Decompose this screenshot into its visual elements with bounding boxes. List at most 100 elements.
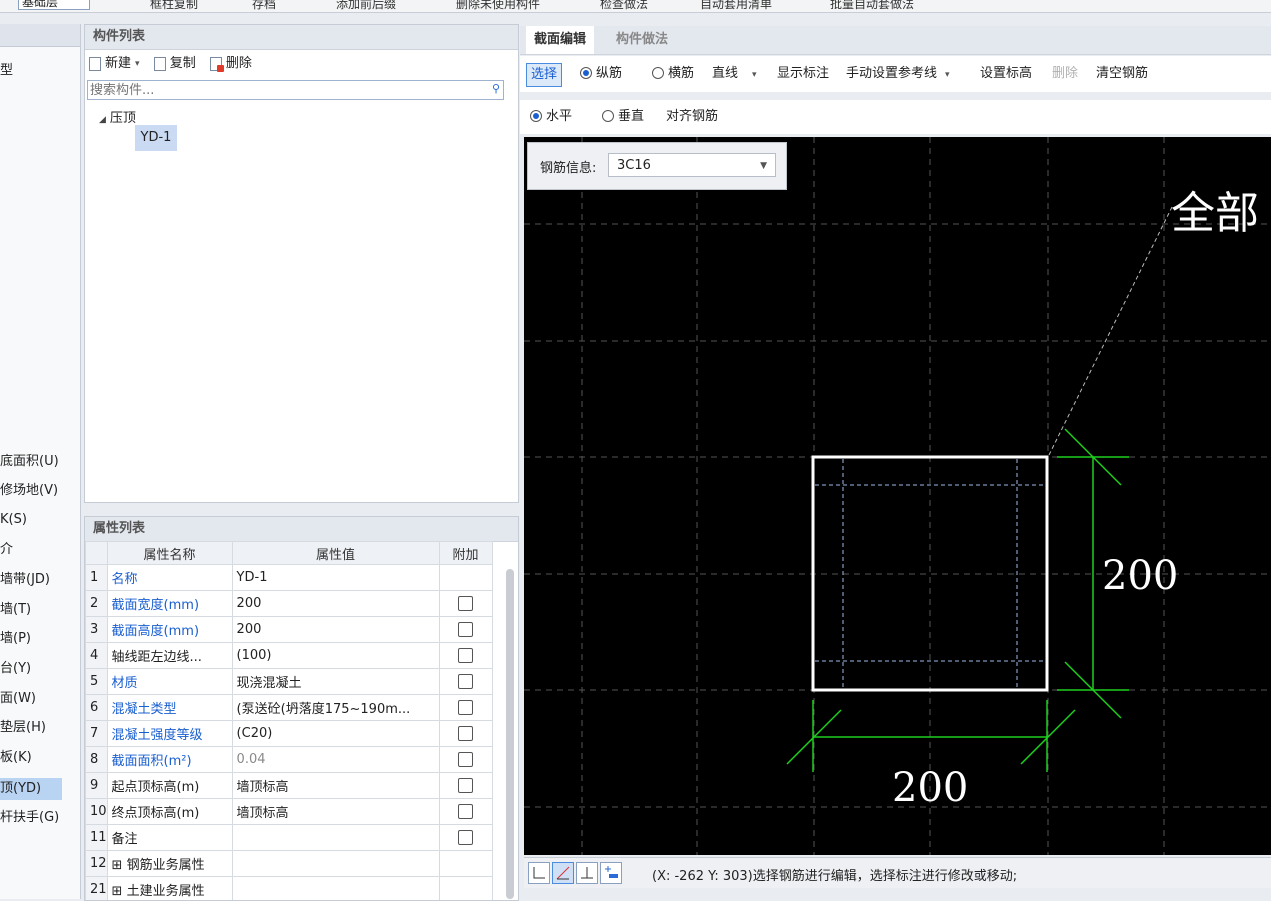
property-row[interactable]: 11备注 — [86, 825, 493, 851]
longitudinal-radio[interactable]: 纵筋 — [580, 63, 622, 85]
property-row[interactable]: 3截面高度(mm)200 — [86, 617, 493, 643]
section-drawing-canvas[interactable]: 200 200 全部 — [524, 137, 1271, 855]
extra-checkbox[interactable] — [458, 804, 473, 819]
nav-item[interactable]: K(S) — [0, 509, 62, 531]
show-label-button[interactable]: 显示标注 — [777, 63, 829, 85]
nav-item[interactable]: 底面积(U) — [0, 451, 62, 473]
property-row[interactable]: 21⊞ 土建业务属性 — [86, 877, 493, 901]
property-row[interactable]: 7混凝土强度等级(C20) — [86, 721, 493, 747]
toolbar-batch-button[interactable]: 批量自动套做法 — [830, 0, 914, 12]
toolbar-check-button[interactable]: 检查做法 — [600, 0, 648, 12]
dimension-width[interactable] — [787, 700, 1075, 772]
line-type-dropdown[interactable]: 直线▾ — [712, 63, 757, 85]
property-value[interactable]: (C20) — [232, 721, 439, 747]
nav-item[interactable]: 介 — [0, 539, 62, 561]
property-value[interactable] — [232, 877, 439, 901]
extra-checkbox[interactable] — [458, 622, 473, 637]
property-row[interactable]: 10终点顶标高(m)墙顶标高 — [86, 799, 493, 825]
perpendicular-snap-icon[interactable] — [576, 862, 598, 884]
nav-item[interactable]: 修场地(V) — [0, 480, 62, 502]
chevron-down-icon[interactable]: ▾ — [135, 50, 140, 78]
property-value[interactable] — [232, 825, 439, 851]
property-row[interactable]: 9起点顶标高(m)墙顶标高 — [86, 773, 493, 799]
tree-node-yading[interactable]: ◢压顶 — [99, 107, 136, 126]
component-search-input[interactable] — [88, 81, 503, 99]
property-row[interactable]: 4轴线距左边线...(100) — [86, 643, 493, 669]
property-row[interactable]: 5材质现浇混凝土 — [86, 669, 493, 695]
property-row[interactable]: 1名称YD-1 — [86, 565, 493, 591]
dynamic-input-icon[interactable] — [600, 862, 622, 884]
new-component-button[interactable]: 新建 ▾ — [89, 50, 140, 78]
property-scrollbar[interactable] — [506, 569, 514, 899]
nav-item[interactable]: 垫层(H) — [0, 717, 62, 739]
search-icon[interactable]: ⚲ — [492, 82, 500, 95]
nav-item[interactable]: 墙(T) — [0, 599, 62, 621]
property-value[interactable]: 墙顶标高 — [232, 799, 439, 825]
floor-select[interactable]: 基础层 — [18, 0, 90, 10]
row-number: 11 — [86, 825, 108, 851]
copy-component-button[interactable]: 复制 — [154, 50, 196, 78]
width-dimension-text[interactable]: 200 — [892, 765, 968, 811]
extra-checkbox[interactable] — [458, 830, 473, 845]
tree-leaf-yd1[interactable]: YD-1 — [135, 125, 177, 151]
property-value[interactable]: 200 — [232, 617, 439, 643]
extra-checkbox[interactable] — [458, 700, 473, 715]
section-toolbar-1: 选择 纵筋 横筋 直线▾ 显示标注 手动设置参考线▾ 设置标高 删除 清空钢筋 — [520, 56, 1271, 92]
property-row[interactable]: 6混凝土类型(泵送砼(坍落度175~190m... — [86, 695, 493, 721]
property-row[interactable]: 2截面宽度(mm)200 — [86, 591, 493, 617]
tab-section-edit[interactable]: 截面编辑 — [526, 26, 594, 54]
transverse-label: 横筋 — [668, 66, 694, 81]
horizontal-radio[interactable]: 水平 — [530, 106, 572, 128]
property-value[interactable]: 现浇混凝土 — [232, 669, 439, 695]
nav-item[interactable]: 顶(YD) — [0, 778, 62, 800]
property-value[interactable]: (100) — [232, 643, 439, 669]
tab-component-method[interactable]: 构件做法 — [608, 26, 676, 54]
toolbar-copy-button[interactable]: 框柱复制 — [150, 0, 198, 12]
tree-expand-icon[interactable]: ◢ — [99, 115, 106, 125]
transverse-radio[interactable]: 横筋 — [652, 63, 694, 85]
property-name: 截面面积(m²) — [107, 747, 232, 773]
delete-component-button[interactable]: 删除 — [210, 50, 252, 78]
toolbar-auto-list-button[interactable]: 自动套用清单 — [700, 0, 772, 12]
nav-item[interactable]: 墙(P) — [0, 628, 62, 650]
section-drawing: 200 200 全部 — [524, 137, 1271, 855]
orthogonal-mode-icon[interactable] — [528, 862, 550, 884]
delete-rebar-button[interactable]: 删除 — [1052, 63, 1078, 85]
extra-checkbox[interactable] — [458, 726, 473, 741]
height-dimension-text[interactable]: 200 — [1102, 553, 1178, 599]
property-row[interactable]: 8截面面积(m²)0.04 — [86, 747, 493, 773]
nav-item[interactable]: 墙带(JD) — [0, 569, 62, 591]
nav-item[interactable]: 台(Y) — [0, 658, 62, 680]
delete-label: 删除 — [226, 50, 252, 78]
property-value[interactable]: (泵送砼(坍落度175~190m... — [232, 695, 439, 721]
rebar-info-select[interactable]: 3C16 ▼ — [608, 153, 776, 177]
chevron-down-icon[interactable]: ▼ — [760, 154, 767, 178]
rebar-annotation-text[interactable]: 全部 — [1171, 188, 1259, 239]
set-elevation-button[interactable]: 设置标高 — [980, 63, 1032, 85]
toolbar-save-button[interactable]: 存档 — [252, 0, 276, 12]
extra-checkbox[interactable] — [458, 648, 473, 663]
select-button[interactable]: 选择 — [526, 63, 562, 87]
extra-checkbox[interactable] — [458, 596, 473, 611]
polar-mode-icon[interactable] — [552, 862, 574, 884]
nav-item[interactable]: 型 — [0, 60, 62, 82]
property-row[interactable]: 12⊞ 钢筋业务属性 — [86, 851, 493, 877]
extra-checkbox[interactable] — [458, 674, 473, 689]
extra-checkbox[interactable] — [458, 778, 473, 793]
property-value[interactable]: 墙顶标高 — [232, 773, 439, 799]
property-value[interactable]: 0.04 — [232, 747, 439, 773]
property-value[interactable]: YD-1 — [232, 565, 439, 591]
component-search[interactable]: ⚲ — [87, 80, 504, 100]
extra-checkbox[interactable] — [458, 752, 473, 767]
nav-item[interactable]: 面(W) — [0, 688, 62, 710]
toolbar-delete-unused-button[interactable]: 删除未使用构件 — [456, 0, 540, 12]
vertical-radio[interactable]: 垂直 — [602, 106, 644, 128]
manual-reference-dropdown[interactable]: 手动设置参考线▾ — [846, 63, 950, 85]
clear-rebar-button[interactable]: 清空钢筋 — [1096, 63, 1148, 85]
toolbar-prefix-button[interactable]: 添加前后缀 — [336, 0, 396, 12]
nav-item[interactable]: 杆扶手(G) — [0, 807, 62, 829]
nav-item[interactable]: 板(K) — [0, 747, 62, 769]
align-rebar-button[interactable]: 对齐钢筋 — [666, 106, 718, 128]
property-value[interactable]: 200 — [232, 591, 439, 617]
property-value[interactable] — [232, 851, 439, 877]
